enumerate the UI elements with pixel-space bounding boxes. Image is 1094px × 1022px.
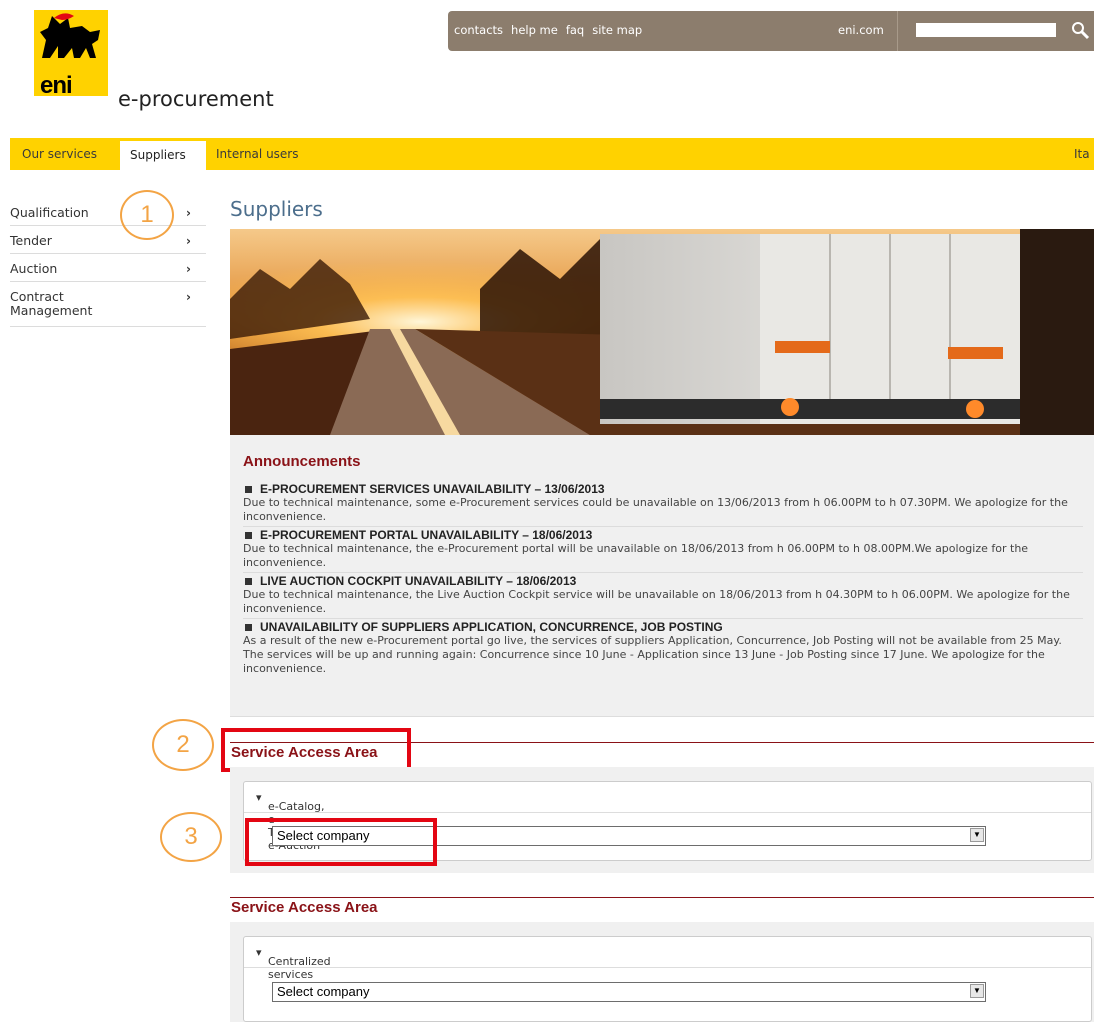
search-icon[interactable] <box>1070 20 1090 40</box>
announcement-heading[interactable]: E-PROCUREMENT SERVICES UNAVAILABILITY – … <box>260 482 605 496</box>
sidebar-item-auction[interactable]: Auction › <box>10 254 206 282</box>
site-name: e-procurement <box>118 87 274 111</box>
help-me-link[interactable]: help me <box>511 23 558 37</box>
square-bullet-icon <box>245 623 252 631</box>
announcement-body: Due to technical maintenance, some e-Pro… <box>243 496 1068 523</box>
sidebar-item-contract-management[interactable]: Contract Management › <box>10 282 206 327</box>
announcements-list: E-PROCUREMENT SERVICES UNAVAILABILITY – … <box>243 481 1083 678</box>
announcement-body: As a result of the new e-Procurement por… <box>243 634 1062 675</box>
centralized-accordion: ▾ Centralized services Select company ▼ <box>243 936 1092 1022</box>
sidebar-item-label: Contract Management <box>10 289 93 318</box>
announcements-title: Announcements <box>243 453 361 470</box>
section-divider <box>230 897 1094 898</box>
faq-link[interactable]: faq <box>566 23 584 37</box>
sidebar-item-label: Auction <box>10 261 58 276</box>
sidebar-menu: Qualification › Tender › Auction › Contr… <box>10 198 206 327</box>
page-title: Suppliers <box>230 197 323 221</box>
top-links: contacts help me faq site map <box>454 23 642 37</box>
announcement-item: UNAVAILABILITY OF SUPPLIERS APPLICATION,… <box>243 619 1083 678</box>
dropdown-arrow-icon: ▼ <box>970 984 984 998</box>
nav-our-services[interactable]: Our services <box>22 147 97 161</box>
step-marker-2: 2 <box>152 719 214 771</box>
step-marker-1: 1 <box>120 190 174 240</box>
ecatalog-accordion-header[interactable]: ▾ e-Catalog, e-Tendering, e-Auction <box>244 782 1091 852</box>
announcement-heading[interactable]: E-PROCUREMENT PORTAL UNAVAILABILITY – 18… <box>260 528 592 542</box>
six-legged-dog-icon <box>40 13 100 58</box>
topbar-divider <box>897 11 898 51</box>
accordion-title: Centralized services <box>268 955 331 981</box>
accordion-header-label: ▾ e-Catalog, e-Tendering, e-Auction <box>256 791 325 852</box>
step-marker-3: 3 <box>160 812 222 862</box>
nav-suppliers-label: Suppliers <box>130 148 186 162</box>
select-value: Select company <box>277 984 370 999</box>
eni-logo[interactable]: eni <box>34 10 108 99</box>
hero-banner <box>230 229 1094 435</box>
centralized-accordion-header[interactable]: ▾ Centralized services <box>244 937 1091 981</box>
main-nav: Our services Suppliers Internal users It… <box>10 138 1094 170</box>
chevron-right-icon: › <box>186 234 191 248</box>
highlight-box-select <box>245 818 437 866</box>
top-utility-bar: contacts help me faq site map eni.com <box>448 11 1094 51</box>
eni-com-link[interactable]: eni.com <box>838 23 884 37</box>
sidebar-item-tender[interactable]: Tender › <box>10 226 206 254</box>
square-bullet-icon <box>245 577 252 585</box>
search-input[interactable] <box>916 23 1056 37</box>
highlight-box-service-access <box>221 728 411 772</box>
logo-text: eni <box>40 72 73 99</box>
chevron-right-icon: › <box>186 206 191 220</box>
service-access-title-2: Service Access Area <box>231 899 378 916</box>
truck-road-sunset-image <box>230 229 1094 435</box>
contacts-link[interactable]: contacts <box>454 23 503 37</box>
sidebar-item-qualification[interactable]: Qualification › <box>10 198 206 226</box>
company-select-2[interactable]: Select company ▼ <box>272 982 986 1002</box>
chevron-right-icon: › <box>186 262 191 276</box>
dropdown-arrow-icon: ▼ <box>970 828 984 842</box>
site-map-link[interactable]: site map <box>592 23 642 37</box>
announcement-body: Due to technical maintenance, the Live A… <box>243 588 1070 615</box>
service-access-panel-2: ▾ Centralized services Select company ▼ <box>230 922 1094 1022</box>
language-switch[interactable]: Ita <box>1074 147 1090 161</box>
square-bullet-icon <box>245 485 252 493</box>
nav-suppliers[interactable]: Suppliers <box>120 141 206 170</box>
announcement-body: Due to technical maintenance, the e-Proc… <box>243 542 1029 569</box>
announcement-heading[interactable]: LIVE AUCTION COCKPIT UNAVAILABILITY – 18… <box>260 574 576 588</box>
accordion-header-label: ▾ Centralized services <box>256 946 331 981</box>
announcement-item: E-PROCUREMENT PORTAL UNAVAILABILITY – 18… <box>243 527 1083 573</box>
nav-internal-users[interactable]: Internal users <box>216 147 299 161</box>
announcements-panel: Announcements E-PROCUREMENT SERVICES UNA… <box>230 435 1094 717</box>
chevron-right-icon: › <box>186 290 191 304</box>
announcement-heading[interactable]: UNAVAILABILITY OF SUPPLIERS APPLICATION,… <box>260 620 723 634</box>
announcement-item: E-PROCUREMENT SERVICES UNAVAILABILITY – … <box>243 481 1083 527</box>
announcement-item: LIVE AUCTION COCKPIT UNAVAILABILITY – 18… <box>243 573 1083 619</box>
square-bullet-icon <box>245 531 252 539</box>
